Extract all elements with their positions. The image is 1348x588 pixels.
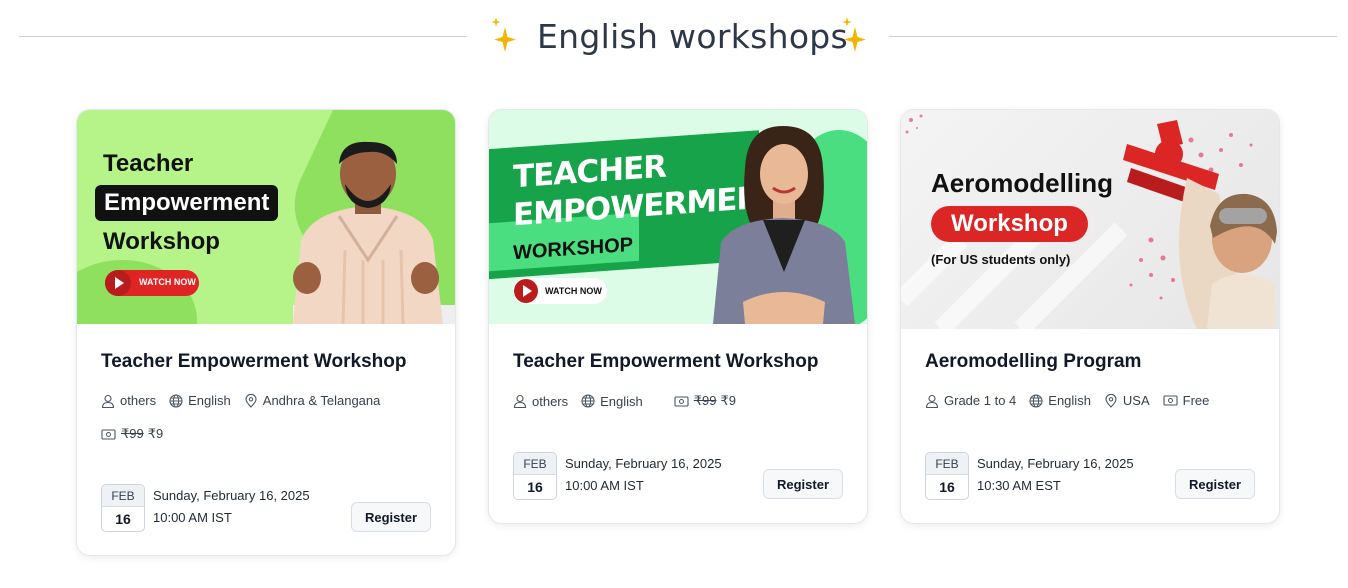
globe-icon: [169, 393, 183, 408]
meta-price: ₹99 ₹9: [101, 426, 163, 442]
date-day: 16: [527, 479, 543, 495]
workshop-thumbnail[interactable]: TEACHER EMPOWERMENT WORKSHOP WATCH NOW: [489, 110, 867, 324]
price-new: ₹9: [720, 393, 737, 408]
user-icon: [513, 394, 527, 408]
date-badge: FEB 16: [101, 484, 145, 532]
thumb-line1: Aeromodelling: [931, 168, 1114, 198]
meta-audience: others: [513, 394, 568, 409]
thumb-line1: Teacher: [103, 150, 194, 177]
date-day: 16: [115, 511, 131, 527]
register-button[interactable]: Register: [1175, 469, 1255, 499]
workshop-card[interactable]: Teacher Empowerment Workshop WATCH NOW T…: [76, 109, 456, 556]
date-badge: FEB 16: [925, 452, 969, 500]
divider-right: [889, 36, 1337, 37]
meta-price: Free: [1163, 393, 1210, 408]
meta-language: English: [169, 393, 231, 408]
ticket-icon: [1163, 395, 1178, 406]
date-text: Sunday, February 16, 2025: [565, 456, 722, 471]
date-month: FEB: [102, 485, 144, 507]
card-title[interactable]: Aeromodelling Program: [925, 351, 1141, 373]
thumb-line3: Workshop: [103, 228, 220, 255]
date-time: Sunday, February 16, 2025 10:00 AM IST: [153, 485, 310, 529]
workshop-card[interactable]: Aeromodelling Workshop (For US students …: [900, 109, 1280, 524]
workshop-card[interactable]: TEACHER EMPOWERMENT WORKSHOP WATCH NOW T…: [488, 109, 868, 524]
divider-left: [19, 36, 467, 37]
meta-audience: others: [101, 393, 156, 408]
time-text: 10:00 AM IST: [565, 478, 644, 493]
section-header: English workshops: [0, 0, 1348, 76]
thumb-line2: Empowerment: [95, 185, 279, 221]
meta-language: English: [1029, 393, 1091, 408]
audience-text: others: [532, 393, 569, 409]
date-time: Sunday, February 16, 2025 10:00 AM IST: [565, 453, 722, 497]
card-meta: others English ₹99 ₹9: [513, 393, 749, 409]
card-price: ₹99 ₹9: [101, 426, 176, 442]
location-text: Andhra & Telangana: [262, 393, 381, 408]
watch-now-label: WATCH NOW: [545, 286, 602, 296]
sparkle-icon: [491, 17, 516, 52]
date-month: FEB: [514, 453, 556, 475]
date-time: Sunday, February 16, 2025 10:30 AM EST: [977, 453, 1134, 497]
date-text: Sunday, February 16, 2025: [977, 456, 1134, 471]
workshop-thumbnail[interactable]: Teacher Empowerment Workshop WATCH NOW: [77, 110, 455, 324]
watch-now-label: WATCH NOW: [139, 277, 196, 287]
price-old: ₹99: [693, 393, 717, 408]
play-icon: [514, 279, 538, 303]
page-title: English workshops: [537, 17, 849, 56]
card-meta: others English Andhra & Telangana: [101, 393, 393, 408]
meta-location: USA: [1104, 393, 1150, 408]
globe-icon: [581, 394, 595, 408]
watch-now-badge: WATCH NOW: [513, 278, 607, 304]
audience-text: others: [120, 393, 157, 408]
location-text: USA: [1122, 393, 1150, 408]
register-button[interactable]: Register: [351, 502, 431, 532]
meta-language: English: [581, 394, 643, 409]
price-text: Free: [1182, 393, 1210, 408]
register-button[interactable]: Register: [763, 469, 843, 499]
card-title[interactable]: Teacher Empowerment Workshop: [101, 351, 406, 373]
audience-text: Grade 1 to 4: [944, 393, 1017, 408]
date-badge: FEB 16: [513, 452, 557, 500]
location-pin-icon: [245, 393, 257, 408]
date-month: FEB: [926, 453, 968, 475]
date-day: 16: [939, 479, 955, 495]
workshop-thumbnail[interactable]: Aeromodelling Workshop (For US students …: [901, 110, 1279, 329]
ticket-icon: [101, 428, 116, 440]
price-new: ₹9: [147, 426, 164, 441]
location-pin-icon: [1105, 393, 1117, 408]
user-icon: [925, 394, 939, 408]
price-old: ₹99: [121, 426, 144, 441]
thumb-line3: (For US students only): [931, 252, 1071, 267]
time-text: 10:00 AM IST: [153, 510, 232, 525]
play-icon: [105, 270, 131, 296]
watch-now-badge: WATCH NOW: [105, 270, 199, 296]
time-text: 10:30 AM EST: [977, 478, 1061, 493]
ticket-icon: [674, 395, 689, 407]
language-text: English: [1048, 393, 1091, 408]
user-icon: [101, 394, 115, 408]
language-text: English: [188, 393, 231, 408]
presenter-image: [293, 141, 455, 324]
meta-location: Andhra & Telangana: [244, 393, 381, 408]
card-title[interactable]: Teacher Empowerment Workshop: [513, 351, 818, 373]
meta-price: ₹99 ₹9: [674, 393, 736, 409]
language-text: English: [600, 393, 643, 409]
sparkle-icon: [842, 17, 866, 52]
meta-audience: Grade 1 to 4: [925, 393, 1016, 408]
card-meta: Grade 1 to 4 English USA Free: [925, 393, 1222, 408]
globe-icon: [1029, 393, 1043, 408]
thumb-line2: Workshop: [931, 206, 1088, 242]
date-text: Sunday, February 16, 2025: [153, 488, 310, 503]
presenter-image: [713, 126, 855, 324]
child-with-plane-image: [1123, 120, 1277, 329]
